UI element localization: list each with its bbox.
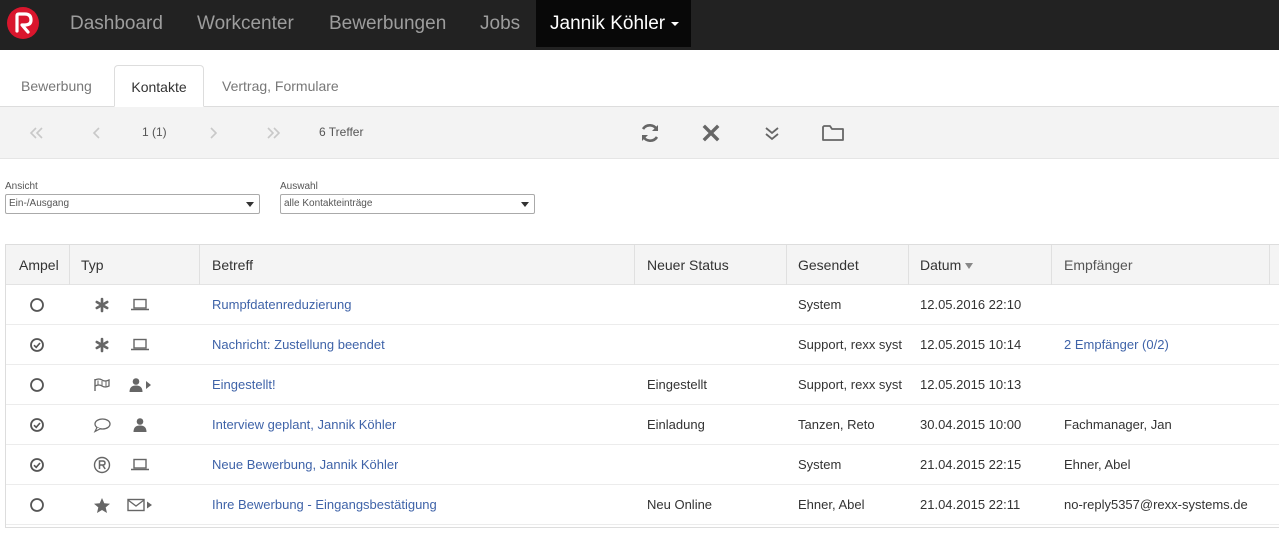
row-betreff-link[interactable]: Ihre Bewerbung - Eingangsbestätigung	[212, 485, 437, 525]
page-indicator: 1 (1)	[142, 125, 167, 139]
star-icon	[90, 485, 114, 525]
row-datum: 12.05.2015 10:14	[920, 337, 1022, 352]
table-row[interactable]: Nachricht: Zustellung beendet Support, re…	[6, 325, 1279, 365]
user-menu-button[interactable]: Jannik Köhler	[536, 0, 691, 47]
rexx-logo-icon[interactable]	[7, 7, 39, 39]
user-name: Jannik Köhler	[550, 13, 666, 34]
contacts-table: Ampel Typ Betreff Neuer Status Gesendet …	[5, 244, 1279, 528]
row-gesendet: Support, rexx syst	[798, 377, 903, 392]
first-page-icon[interactable]	[26, 107, 46, 159]
row-empfaenger[interactable]: 2 Empfänger (0/2)	[1064, 325, 1169, 365]
column-divider	[634, 245, 635, 285]
expand-all-icon[interactable]	[762, 107, 782, 159]
row-datum: 21.04.2015 22:11	[920, 497, 1021, 512]
nav-dashboard[interactable]: Dashboard	[70, 0, 163, 47]
row-empfaenger: Fachmanager, Jan	[1064, 417, 1172, 432]
row-empfaenger: no-reply5357@rexx-systems.de	[1064, 497, 1248, 512]
status-empty-circle-icon	[27, 485, 47, 525]
row-datum: 12.05.2016 22:10	[920, 297, 1022, 312]
column-betreff[interactable]: Betreff	[212, 245, 253, 285]
view-select[interactable]: Ein-/Ausgang	[5, 194, 260, 214]
row-neuer-status: Eingestellt	[647, 377, 707, 392]
laptop-icon	[125, 285, 155, 325]
next-page-icon[interactable]	[206, 107, 220, 159]
row-gesendet: System	[798, 457, 842, 472]
caret-down-icon	[671, 21, 680, 26]
column-gesendet[interactable]: Gesendet	[798, 245, 859, 285]
speech-bubble-icon	[90, 405, 114, 445]
status-empty-circle-icon	[27, 365, 47, 405]
sort-descending-icon	[965, 263, 974, 270]
row-betreff-link[interactable]: Nachricht: Zustellung beendet	[212, 325, 385, 365]
asterisk-icon	[90, 285, 114, 325]
delete-icon[interactable]	[701, 107, 721, 159]
table-row[interactable]: Rumpfdatenreduzierung System 12.05.2016 22…	[6, 285, 1279, 325]
previous-page-icon[interactable]	[90, 107, 104, 159]
nav-bewerbungen[interactable]: Bewerbungen	[329, 0, 446, 47]
column-empfaenger[interactable]: Empfänger	[1064, 245, 1132, 285]
table-row[interactable]: Ihre Bewerbung - Eingangsbestätigung Neu …	[6, 485, 1279, 525]
table-header: Ampel Typ Betreff Neuer Status Gesendet …	[6, 245, 1279, 285]
table-row[interactable]: Neue Bewerbung, Jannik Köhler System 21.04…	[6, 445, 1279, 485]
table-row[interactable]: Eingestellt! Eingestellt Support, rexx sys…	[6, 365, 1279, 405]
column-ampel[interactable]: Ampel	[19, 245, 59, 285]
tab-kontakte[interactable]: Kontakte	[114, 65, 204, 107]
toolbar: 1 (1) 6 Treffer	[0, 107, 1279, 159]
row-datum: 21.04.2015 22:15	[920, 457, 1022, 472]
selection-select-value: alle Kontakteinträge	[284, 198, 373, 209]
last-page-icon[interactable]	[264, 107, 284, 159]
row-betreff-link[interactable]: Neue Bewerbung, Jannik Köhler	[212, 445, 398, 485]
row-neuer-status: Einladung	[647, 417, 705, 432]
refresh-icon[interactable]	[638, 107, 662, 159]
row-empfaenger: Ehner, Abel	[1064, 457, 1131, 472]
status-check-circle-icon	[27, 325, 47, 365]
row-betreff-link[interactable]: Eingestellt!	[212, 365, 276, 405]
dropdown-arrow-icon	[246, 202, 254, 207]
row-datum: 12.05.2015 10:13	[920, 377, 1022, 392]
column-divider	[1051, 245, 1052, 285]
tab-bewerbung[interactable]: Bewerbung	[21, 65, 92, 107]
nav-jobs[interactable]: Jobs	[480, 0, 520, 47]
row-neuer-status: Neu Online	[647, 497, 713, 512]
row-betreff-link[interactable]: Interview geplant, Jannik Köhler	[212, 405, 396, 445]
column-datum-label: Datum	[920, 257, 962, 273]
view-select-value: Ein-/Ausgang	[9, 198, 70, 209]
registered-icon	[90, 445, 114, 485]
column-divider	[908, 245, 909, 285]
user-send-icon	[125, 365, 155, 405]
column-divider	[786, 245, 787, 285]
user-icon	[125, 405, 155, 445]
row-datum: 30.04.2015 10:00	[920, 417, 1022, 432]
row-betreff-link[interactable]: Rumpfdatenreduzierung	[212, 285, 351, 325]
flag-icon	[90, 365, 114, 405]
row-gesendet: Support, rexx syst	[798, 337, 903, 352]
row-gesendet: System	[798, 297, 842, 312]
status-check-circle-icon	[27, 445, 47, 485]
status-check-circle-icon	[27, 405, 47, 445]
envelope-send-icon	[125, 485, 155, 525]
dropdown-arrow-icon	[521, 202, 529, 207]
status-empty-circle-icon	[27, 285, 47, 325]
row-gesendet: Ehner, Abel	[798, 497, 865, 512]
hits-count: 6 Treffer	[319, 125, 364, 139]
table-row[interactable]: Interview geplant, Jannik Köhler Einladun…	[6, 405, 1279, 445]
selection-select[interactable]: alle Kontakteinträge	[280, 194, 535, 214]
column-typ[interactable]: Typ	[81, 245, 104, 285]
top-navbar: Dashboard Workcenter Bewerbungen Jobs Ja…	[0, 0, 1279, 50]
tab-vertrag-formulare[interactable]: Vertrag, Formulare	[222, 65, 339, 107]
column-neuer-status[interactable]: Neuer Status	[647, 245, 729, 285]
asterisk-icon	[90, 325, 114, 365]
selection-label: Auswahl	[280, 181, 318, 192]
folder-icon[interactable]	[820, 107, 846, 159]
column-divider	[69, 245, 70, 285]
column-datum[interactable]: Datum	[920, 245, 974, 285]
view-label: Ansicht	[5, 181, 38, 192]
laptop-icon	[125, 325, 155, 365]
row-gesendet: Tanzen, Reto	[798, 417, 875, 432]
laptop-icon	[125, 445, 155, 485]
nav-workcenter[interactable]: Workcenter	[197, 0, 294, 47]
column-divider	[199, 245, 200, 285]
column-divider	[1269, 245, 1270, 285]
